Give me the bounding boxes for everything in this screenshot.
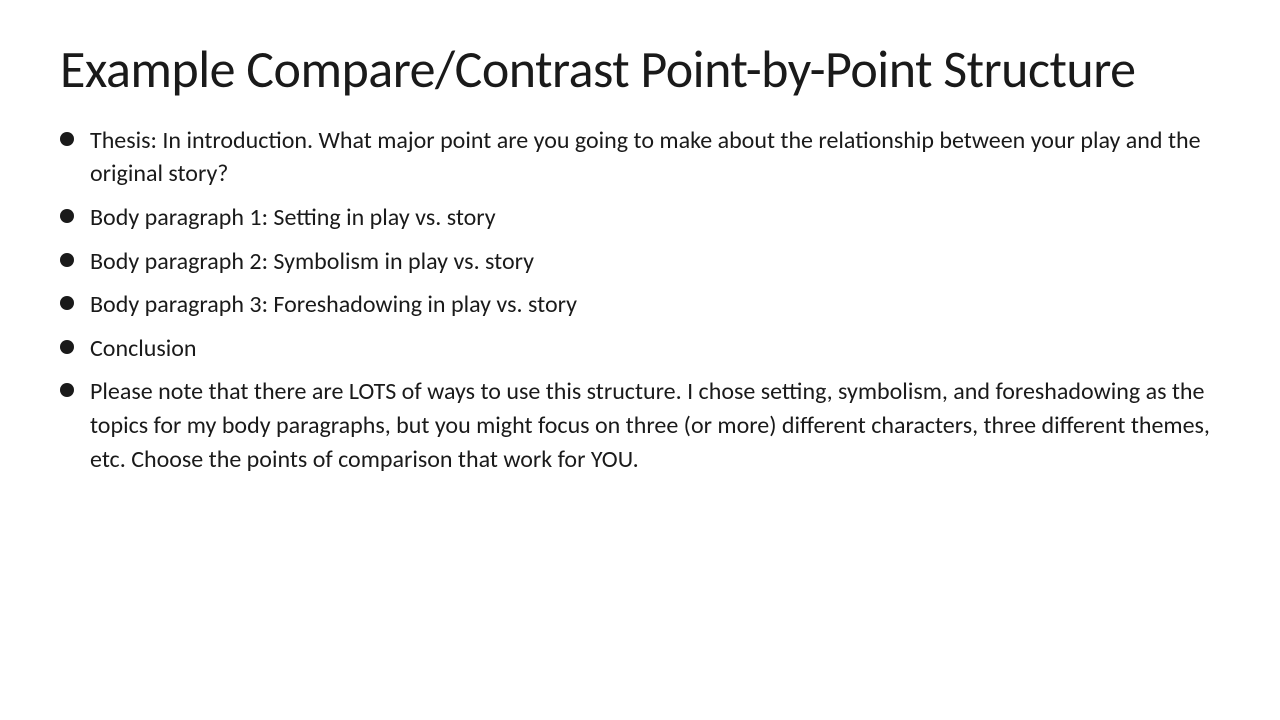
bullet-text: Body paragraph 2: Symbolism in play vs. … [90, 245, 1220, 279]
list-item: Please note that there are LOTS of ways … [60, 375, 1220, 476]
bullet-dot-icon [60, 253, 74, 267]
bullet-text: Conclusion [90, 332, 1220, 366]
bullet-dot-icon [60, 132, 74, 146]
bullet-list: Thesis: In introduction. What major poin… [60, 124, 1220, 680]
slide-container: Example Compare/Contrast Point-by-Point … [0, 0, 1280, 720]
list-item: Body paragraph 2: Symbolism in play vs. … [60, 245, 1220, 279]
bullet-dot-icon [60, 383, 74, 397]
bullet-text: Please note that there are LOTS of ways … [90, 375, 1220, 476]
bullet-text: Thesis: In introduction. What major poin… [90, 124, 1220, 191]
bullet-dot-icon [60, 209, 74, 223]
list-item: Body paragraph 1: Setting in play vs. st… [60, 201, 1220, 235]
slide-title: Example Compare/Contrast Point-by-Point … [60, 40, 1220, 100]
bullet-text: Body paragraph 3: Foreshadowing in play … [90, 288, 1220, 322]
list-item: Conclusion [60, 332, 1220, 366]
list-item: Body paragraph 3: Foreshadowing in play … [60, 288, 1220, 322]
list-item: Thesis: In introduction. What major poin… [60, 124, 1220, 191]
bullet-text: Body paragraph 1: Setting in play vs. st… [90, 201, 1220, 235]
bullet-dot-icon [60, 340, 74, 354]
bullet-dot-icon [60, 296, 74, 310]
